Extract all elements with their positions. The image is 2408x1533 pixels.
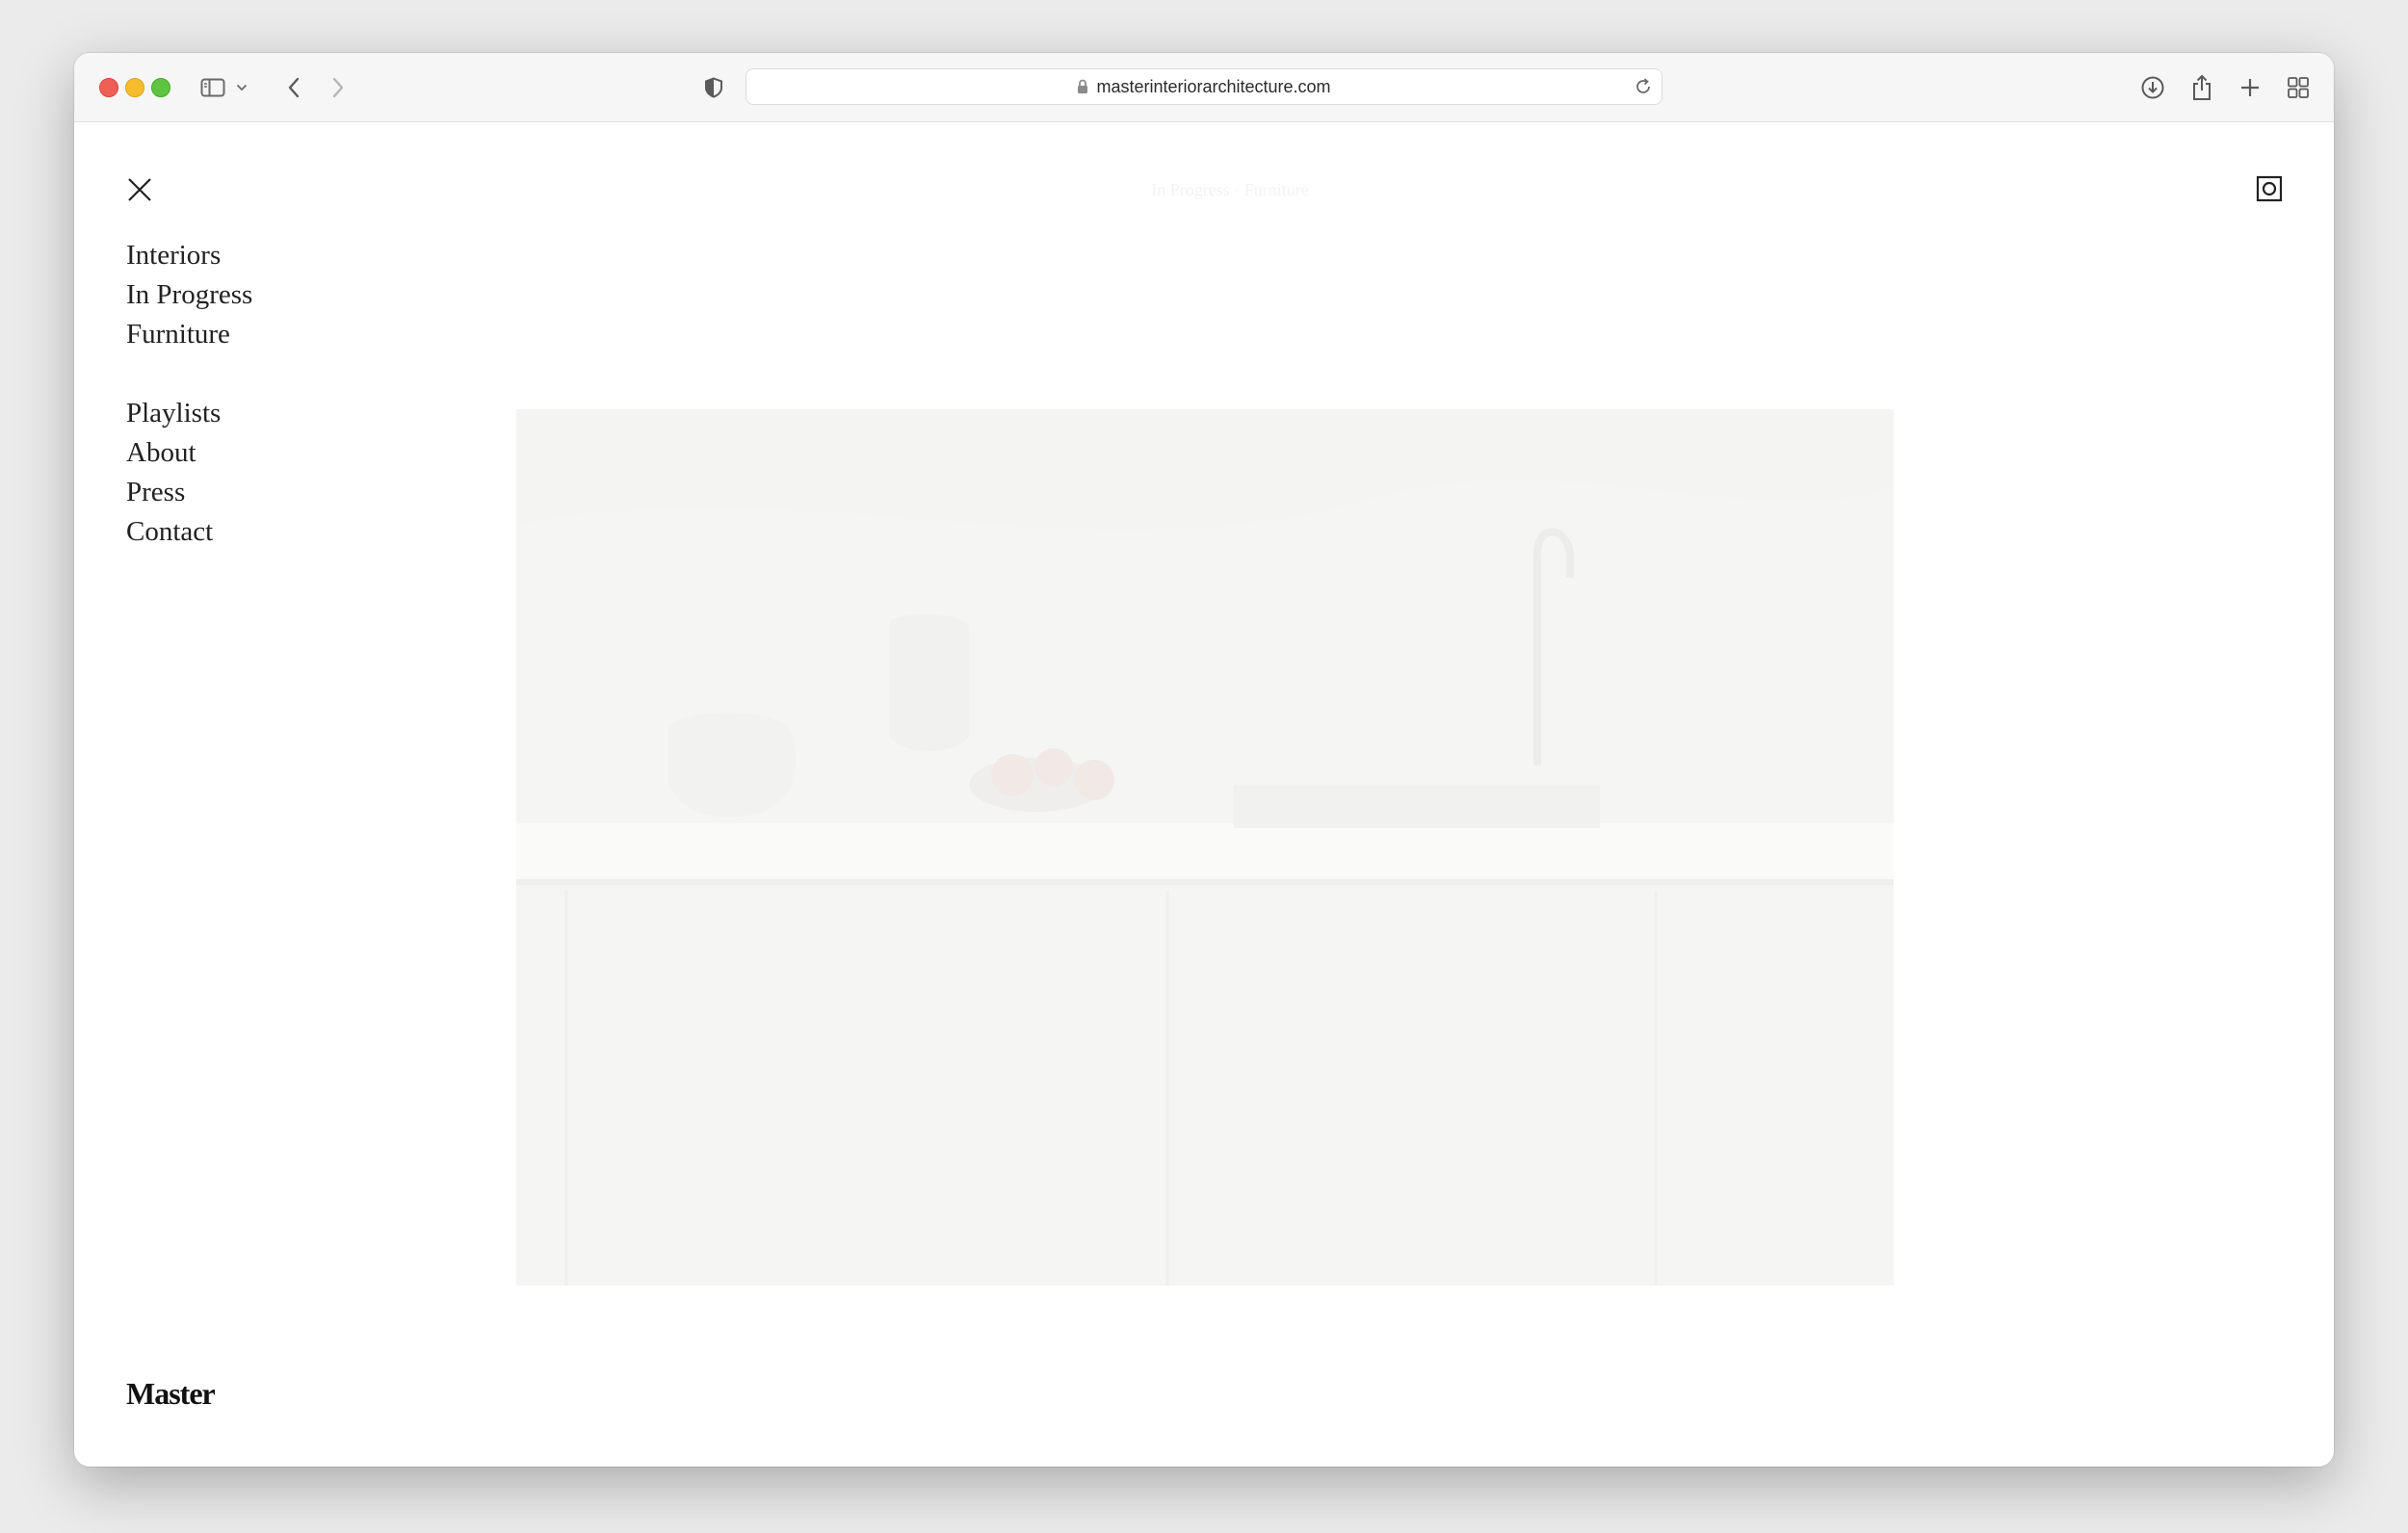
sidebar-toggle-button[interactable] (197, 72, 228, 103)
close-menu-button[interactable] (124, 174, 155, 205)
menu-group-projects: Interiors In Progress Furniture (126, 236, 252, 354)
menu-group-info: Playlists About Press Contact (126, 394, 252, 552)
lock-icon (1077, 79, 1088, 94)
window-minimize-button[interactable] (125, 78, 144, 97)
share-button[interactable] (2186, 72, 2217, 103)
hero-image (516, 409, 1894, 1286)
chevron-down-icon (236, 84, 248, 91)
menu-item-furniture[interactable]: Furniture (126, 315, 252, 354)
sidebar-icon (200, 78, 225, 97)
menu-item-in-progress[interactable]: In Progress (126, 275, 252, 315)
tab-overview-icon (2288, 77, 2309, 98)
shield-icon (705, 77, 722, 98)
window-zoom-button[interactable] (151, 78, 170, 97)
browser-toolbar: masterinteriorarchitecture.com (74, 53, 2334, 122)
downloads-button[interactable] (2137, 72, 2168, 103)
menu-item-contact[interactable]: Contact (126, 512, 252, 552)
main-menu: Interiors In Progress Furniture Playlist… (126, 236, 252, 552)
menu-item-interiors[interactable]: Interiors (126, 236, 252, 275)
browser-window: masterinteriorarchitecture.com In Progre… (74, 53, 2334, 1467)
menu-item-press[interactable]: Press (126, 473, 252, 512)
sidebar-menu-button[interactable] (234, 72, 249, 103)
privacy-report-button[interactable] (698, 72, 729, 103)
reload-icon[interactable] (1633, 76, 1654, 102)
back-icon (288, 77, 300, 98)
new-tab-button[interactable] (2235, 72, 2265, 103)
url-text: masterinteriorarchitecture.com (1096, 76, 1331, 96)
forward-button[interactable] (323, 72, 353, 103)
menu-item-about[interactable]: About (126, 433, 252, 473)
back-button[interactable] (278, 72, 309, 103)
square-circle-icon (2256, 175, 2283, 202)
breadcrumb: In Progress · Furniture (1151, 180, 1309, 199)
view-toggle-button[interactable] (2255, 174, 2284, 203)
new-tab-icon (2241, 79, 2259, 96)
menu-item-playlists[interactable]: Playlists (126, 394, 252, 433)
forward-icon (332, 77, 344, 98)
close-icon (128, 178, 151, 201)
address-bar[interactable]: masterinteriorarchitecture.com (746, 68, 1662, 105)
brand-logo[interactable]: Master (126, 1376, 216, 1412)
share-icon (2193, 74, 2211, 100)
window-close-button[interactable] (99, 78, 118, 97)
tab-overview-button[interactable] (2283, 72, 2314, 103)
download-icon (2141, 76, 2164, 99)
faded-kitchen-photo (516, 409, 1894, 1286)
web-page: In Progress · Furniture Interiors In Pro… (74, 122, 2334, 1467)
